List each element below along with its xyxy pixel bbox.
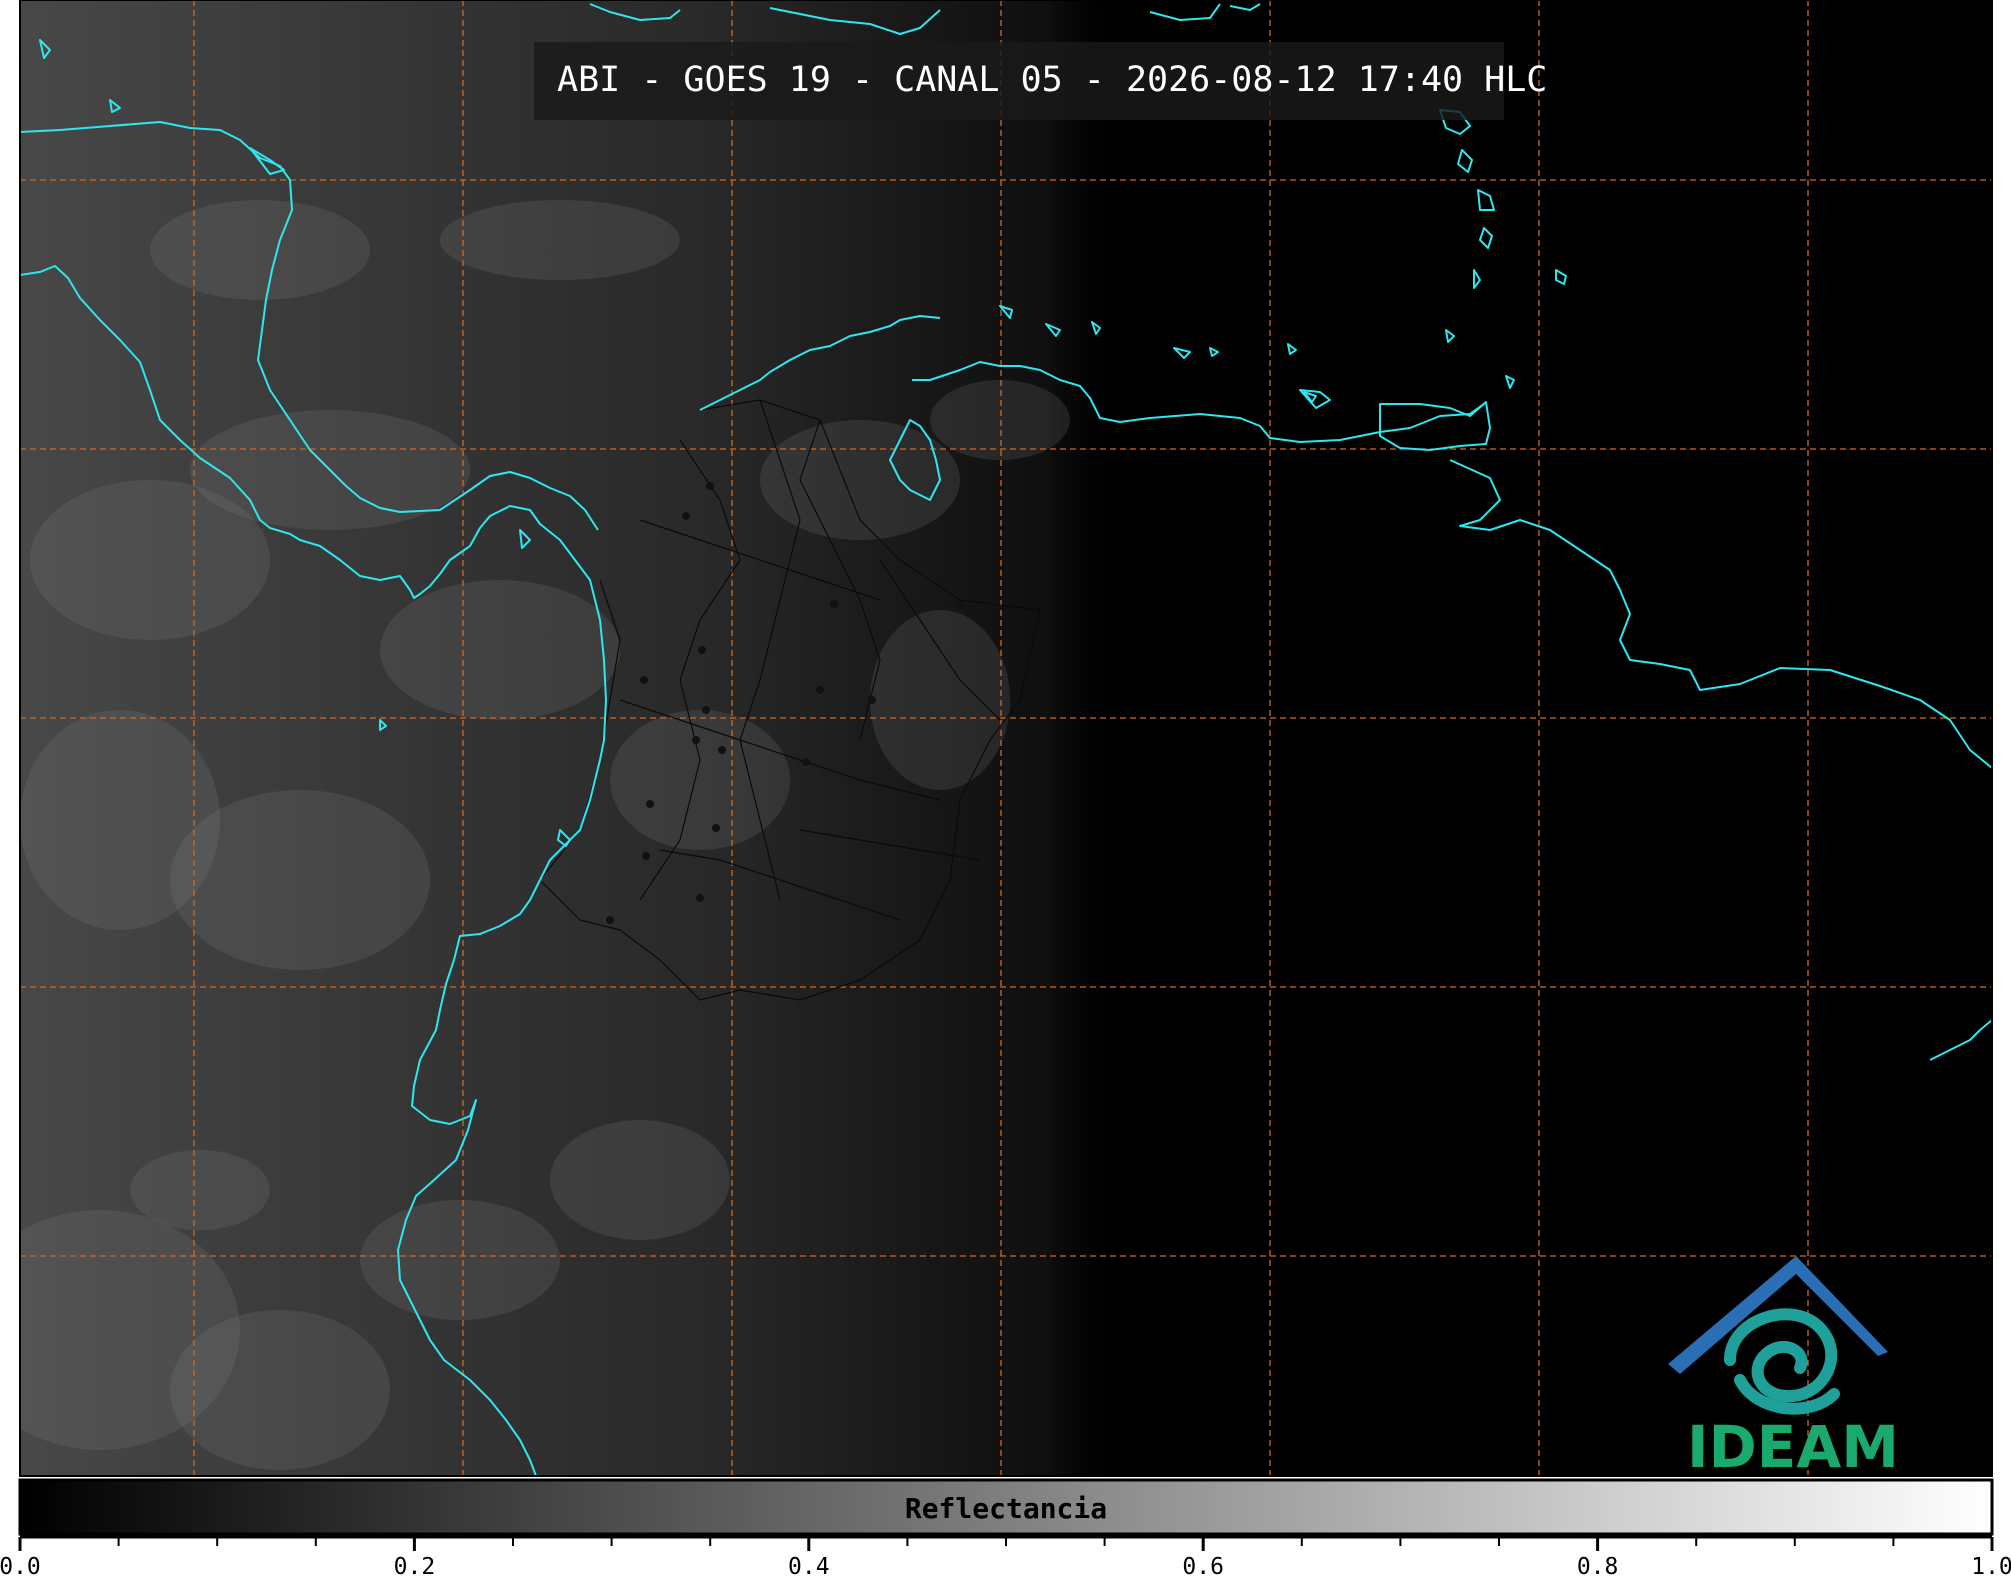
- logo-text: IDEAM: [1687, 1413, 1899, 1481]
- colorbar-tick-label-4: 0.8: [1577, 1554, 1619, 1577]
- colorbar-tick-label-5: 1.0: [1971, 1554, 2011, 1577]
- colorbar-tick-label-1: 0.2: [394, 1554, 436, 1577]
- colorbar-tick-labels: 0.0 0.2 0.4 0.6 0.8 1.0: [0, 1554, 2011, 1577]
- image-title: ABI - GOES 19 - CANAL 05 - 2026-08-12 17…: [557, 60, 1547, 100]
- colorbar: Reflectancia 0.0 0.2 0.4 0.6 0.8 1.0: [0, 1478, 2011, 1577]
- figure-canvas: ABI - GOES 19 - CANAL 05 - 2026-08-12 17…: [0, 0, 2011, 1577]
- colorbar-tick-label-2: 0.4: [788, 1554, 830, 1577]
- satellite-figure: ABI - GOES 19 - CANAL 05 - 2026-08-12 17…: [0, 0, 2011, 1577]
- satellite-image-panel: ABI - GOES 19 - CANAL 05 - 2026-08-12 17…: [20, 0, 1992, 1481]
- colorbar-label: Reflectancia: [905, 1492, 1107, 1525]
- colorbar-tick-label-3: 0.6: [1182, 1554, 1224, 1577]
- colorbar-ticks: [18, 1537, 1994, 1551]
- colorbar-tick-label-0: 0.0: [0, 1554, 41, 1577]
